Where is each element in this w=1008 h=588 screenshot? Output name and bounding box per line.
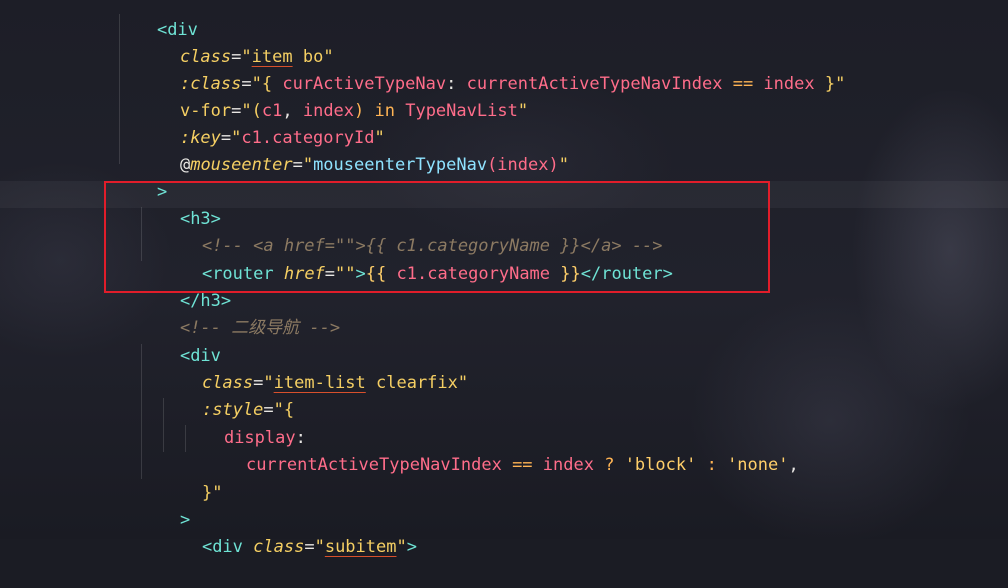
code-token: " (558, 155, 569, 175)
code-token: mouseenterTypeNav (313, 155, 488, 175)
code-token: = (304, 537, 315, 557)
code-token: , (788, 455, 799, 475)
code-line[interactable]: <div (139, 316, 221, 366)
code-token: TypeNavList (405, 101, 518, 121)
code-token: ? (593, 455, 625, 475)
code-token: currentActiveTypeNavIndex (245, 455, 502, 475)
code-token: > (406, 537, 417, 557)
code-line[interactable]: <div class="subitem"> (161, 507, 417, 557)
code-token: " (302, 155, 314, 175)
code-token: subitem (324, 537, 397, 557)
code-token: @ (179, 155, 191, 175)
code-line[interactable]: > (139, 480, 190, 530)
code-token: }" (814, 74, 846, 94)
code-token: == (501, 455, 543, 475)
code-token: index (763, 74, 815, 94)
code-token: " (314, 537, 325, 557)
code-token: = (292, 155, 303, 175)
code-token: " (517, 101, 529, 121)
code-token: : (696, 455, 728, 475)
code-token: index (542, 455, 594, 475)
code-token: " (457, 373, 469, 393)
code-line[interactable]: currentActiveTypeNavIndex == index ? 'bl… (205, 425, 799, 475)
highlight-box (104, 181, 770, 293)
code-line[interactable]: <div (116, 0, 198, 40)
code-line[interactable]: display: (183, 398, 306, 448)
code-token: 'block' (624, 455, 697, 475)
code-line[interactable]: class="item bo" (139, 17, 334, 67)
code-token: 'none' (727, 455, 789, 475)
code-token: clearfix (365, 373, 458, 393)
code-token: mouseenter (190, 155, 293, 175)
code-token: class (242, 537, 305, 557)
code-line[interactable]: @mouseenter="mouseenterTypeNav(index)" (139, 125, 569, 175)
code-line[interactable]: v-for="(c1, index) in TypeNavList" (139, 71, 528, 121)
code-line[interactable]: }" (161, 453, 222, 503)
code-line[interactable]: :key="c1.categoryId" (139, 98, 385, 148)
code-line[interactable]: class="item-list clearfix" (161, 343, 468, 393)
code-token: (index) (487, 155, 559, 175)
code-token: " (396, 537, 407, 557)
code-line[interactable]: :class="{ curActiveTypeNav: currentActiv… (139, 44, 845, 94)
code-token: <div (201, 537, 243, 557)
code-token: }" (201, 483, 223, 503)
code-line[interactable]: > (116, 152, 167, 202)
code-line[interactable]: :style="{ (161, 370, 294, 420)
code-token: == (722, 74, 764, 94)
